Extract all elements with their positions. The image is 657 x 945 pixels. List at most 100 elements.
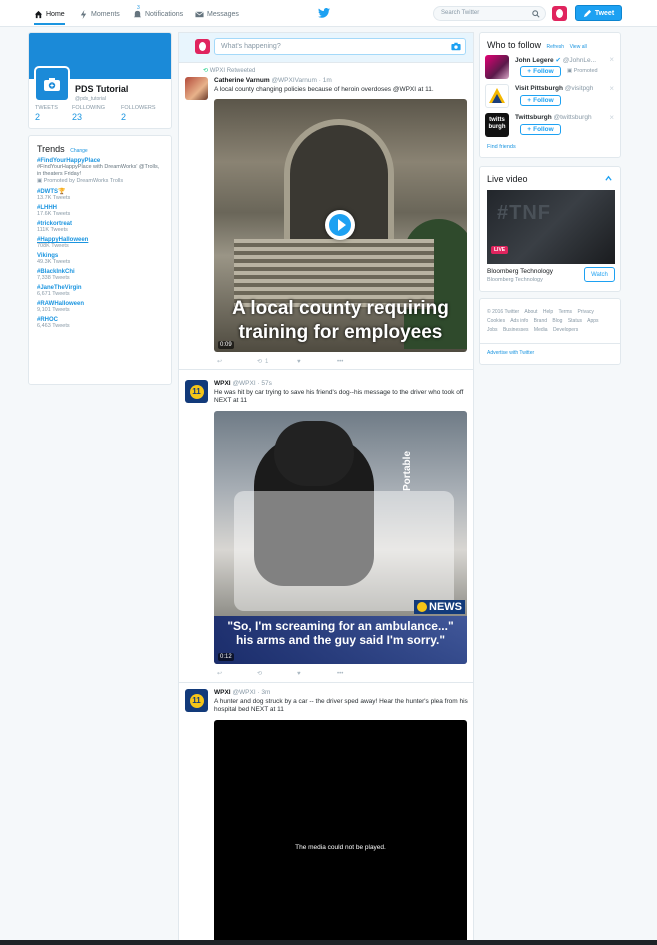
- trends-change-link[interactable]: Change: [70, 148, 88, 154]
- trend-item[interactable]: #FindYourHappyPlace #FindYourHappyPlace …: [37, 158, 163, 184]
- footer-link-help[interactable]: Help: [543, 309, 553, 315]
- tweet-video[interactable]: The media could not be played.: [214, 720, 467, 945]
- footer-link-jobs[interactable]: Jobs: [487, 327, 498, 333]
- like-button[interactable]: ♥: [297, 357, 337, 366]
- trend-item[interactable]: Vikings 49.3K Tweets: [37, 253, 163, 265]
- trend-item[interactable]: #HappyHalloween 708K Tweets: [37, 237, 163, 249]
- trend-item[interactable]: #JaneTheVirgin 6,671 Tweets: [37, 285, 163, 297]
- follow-button[interactable]: + Follow: [520, 95, 561, 106]
- profile-name[interactable]: PDS Tutorial: [75, 84, 128, 94]
- advertise-link[interactable]: Advertise with Twitter: [487, 350, 534, 356]
- trend-item[interactable]: #DWTS🏆 13.7K Tweets: [37, 188, 163, 201]
- wpxi-logo-icon: 11: [189, 693, 204, 708]
- retweet-button[interactable]: ⟲: [257, 669, 297, 678]
- footer-link-businesses[interactable]: Businesses: [503, 327, 529, 333]
- tweet-text: A local county changing policies because…: [214, 86, 434, 93]
- trend-item[interactable]: #BlackInkChi 7,338 Tweets: [37, 269, 163, 281]
- tweet-avatar[interactable]: [185, 77, 208, 100]
- tweet-video[interactable]: A local county requiring training for em…: [214, 99, 467, 352]
- suggestion-avatar[interactable]: twitts burgh: [485, 113, 509, 137]
- trend-item[interactable]: #RAWHalloween 9,101 Tweets: [37, 301, 163, 313]
- suggestion-name[interactable]: Visit Pittsburgh: [515, 85, 563, 92]
- footer-link-cookies[interactable]: Cookies: [487, 318, 505, 324]
- tweet[interactable]: 11 WPXI @WPXI · 3m A hunter and dog stru…: [179, 684, 473, 945]
- tweet-author-handle[interactable]: @WPXIVarnum · 1m: [271, 77, 331, 84]
- follow-button[interactable]: + Follow: [520, 124, 561, 135]
- composer-avatar[interactable]: [195, 39, 210, 54]
- dismiss-icon[interactable]: ×: [609, 113, 614, 122]
- profile-handle[interactable]: @pds_tutorial: [75, 96, 106, 102]
- play-icon[interactable]: [325, 210, 355, 240]
- following-stat[interactable]: FOLLOWING 23: [72, 105, 105, 122]
- reply-button[interactable]: ↩: [217, 357, 257, 366]
- camera-icon[interactable]: [451, 42, 461, 51]
- composer-input[interactable]: What's happening?: [214, 38, 466, 55]
- tweet-author-name[interactable]: WPXI: [214, 689, 231, 696]
- like-button[interactable]: ♥: [297, 669, 337, 678]
- tweet-video[interactable]: Portable NEWS "So, I'm screaming for an …: [214, 411, 467, 664]
- nav-moments-label: Moments: [91, 10, 120, 18]
- search-input[interactable]: Search Twitter: [433, 6, 546, 21]
- trend-item[interactable]: #LHHH 17.6K Tweets: [37, 205, 163, 217]
- follow-button[interactable]: + Follow: [520, 66, 561, 77]
- find-friends-link[interactable]: Find friends: [487, 144, 516, 150]
- nav-moments[interactable]: Moments: [79, 5, 120, 23]
- trend-item[interactable]: #trickortreat 111K Tweets: [37, 221, 163, 233]
- tweet-text: A hunter and dog struck by a car -- the …: [214, 698, 468, 713]
- add-user-icon: +: [527, 126, 532, 133]
- footer-link-ads-info[interactable]: Ads info: [510, 318, 528, 324]
- tweet-avatar[interactable]: 11: [185, 380, 208, 403]
- suggestion-avatar[interactable]: [485, 55, 509, 79]
- trend-promoted: ▣ Promoted by DreamWorks Trolls: [37, 178, 124, 184]
- footer-link-media[interactable]: Media: [534, 327, 548, 333]
- live-video-player[interactable]: #TNF LIVE: [487, 190, 615, 264]
- refresh-link[interactable]: Refresh: [547, 44, 565, 50]
- footer-link-apps[interactable]: Apps: [587, 318, 598, 324]
- tweet-author-name[interactable]: Catherine Varnum: [214, 77, 270, 84]
- chevron-up-icon[interactable]: [605, 175, 612, 182]
- tweet-button[interactable]: Tweet: [575, 5, 622, 21]
- profile-avatar[interactable]: [34, 66, 70, 102]
- tweet-actions: ↩ ⟲ 1 ♥ •••: [217, 357, 377, 366]
- twitter-bird-icon[interactable]: [318, 7, 330, 19]
- footer-link-blog[interactable]: Blog: [552, 318, 562, 324]
- followers-stat[interactable]: FOLLOWERS 2: [121, 105, 156, 122]
- more-icon: •••: [337, 358, 344, 365]
- live-video-title: Live video: [487, 174, 528, 184]
- suggestion-name[interactable]: Twittsburgh: [515, 114, 552, 121]
- suggestion-name[interactable]: John Legere: [515, 57, 554, 64]
- user-avatar[interactable]: [552, 6, 567, 21]
- view-all-link[interactable]: View all: [570, 44, 587, 50]
- footer-link-status[interactable]: Status: [568, 318, 582, 324]
- taskbar-strip: [0, 940, 657, 945]
- footer-link-privacy[interactable]: Privacy: [577, 309, 593, 315]
- footer-link-developers[interactable]: Developers: [553, 327, 578, 333]
- dismiss-icon[interactable]: ×: [609, 84, 614, 93]
- tweet-author-handle[interactable]: @WPXI · 3m: [232, 689, 270, 696]
- tweet-author-name[interactable]: WPXI: [214, 380, 231, 387]
- footer-link-terms[interactable]: Terms: [558, 309, 572, 315]
- nav-home[interactable]: Home: [34, 5, 65, 25]
- tweet-text: He was hit by car trying to save his fri…: [214, 389, 464, 404]
- tweet[interactable]: ⟲ WPXI Retweeted Catherine Varnum @WPXIV…: [179, 64, 473, 370]
- more-button[interactable]: •••: [337, 357, 377, 366]
- trend-item[interactable]: #RHOC 6,463 Tweets: [37, 317, 163, 329]
- footer-link-about[interactable]: About: [524, 309, 537, 315]
- follow-button-label: Follow: [533, 126, 554, 133]
- dismiss-icon[interactable]: ×: [609, 55, 614, 64]
- footer-link-brand[interactable]: Brand: [534, 318, 547, 324]
- reply-button[interactable]: ↩: [217, 669, 257, 678]
- tweet-avatar[interactable]: 11: [185, 689, 208, 712]
- tweets-stat[interactable]: TWEETS 2: [35, 105, 58, 122]
- search-icon[interactable]: [532, 10, 540, 18]
- watch-button[interactable]: Watch: [584, 267, 615, 282]
- live-channel-name[interactable]: Bloomberg Technology: [487, 268, 553, 275]
- nav-notifications[interactable]: 3 Notifications: [133, 5, 183, 23]
- suggestion-avatar[interactable]: [485, 84, 509, 108]
- tweet-author-handle[interactable]: @WPXI · 57s: [232, 380, 271, 387]
- nav-messages[interactable]: Messages: [195, 5, 239, 23]
- retweet-button[interactable]: ⟲ 1: [257, 357, 297, 366]
- tweet[interactable]: 11 WPXI @WPXI · 57s He was hit by car tr…: [179, 371, 473, 683]
- tweet-header: Catherine Varnum @WPXIVarnum · 1m: [214, 77, 332, 84]
- more-button[interactable]: •••: [337, 669, 377, 678]
